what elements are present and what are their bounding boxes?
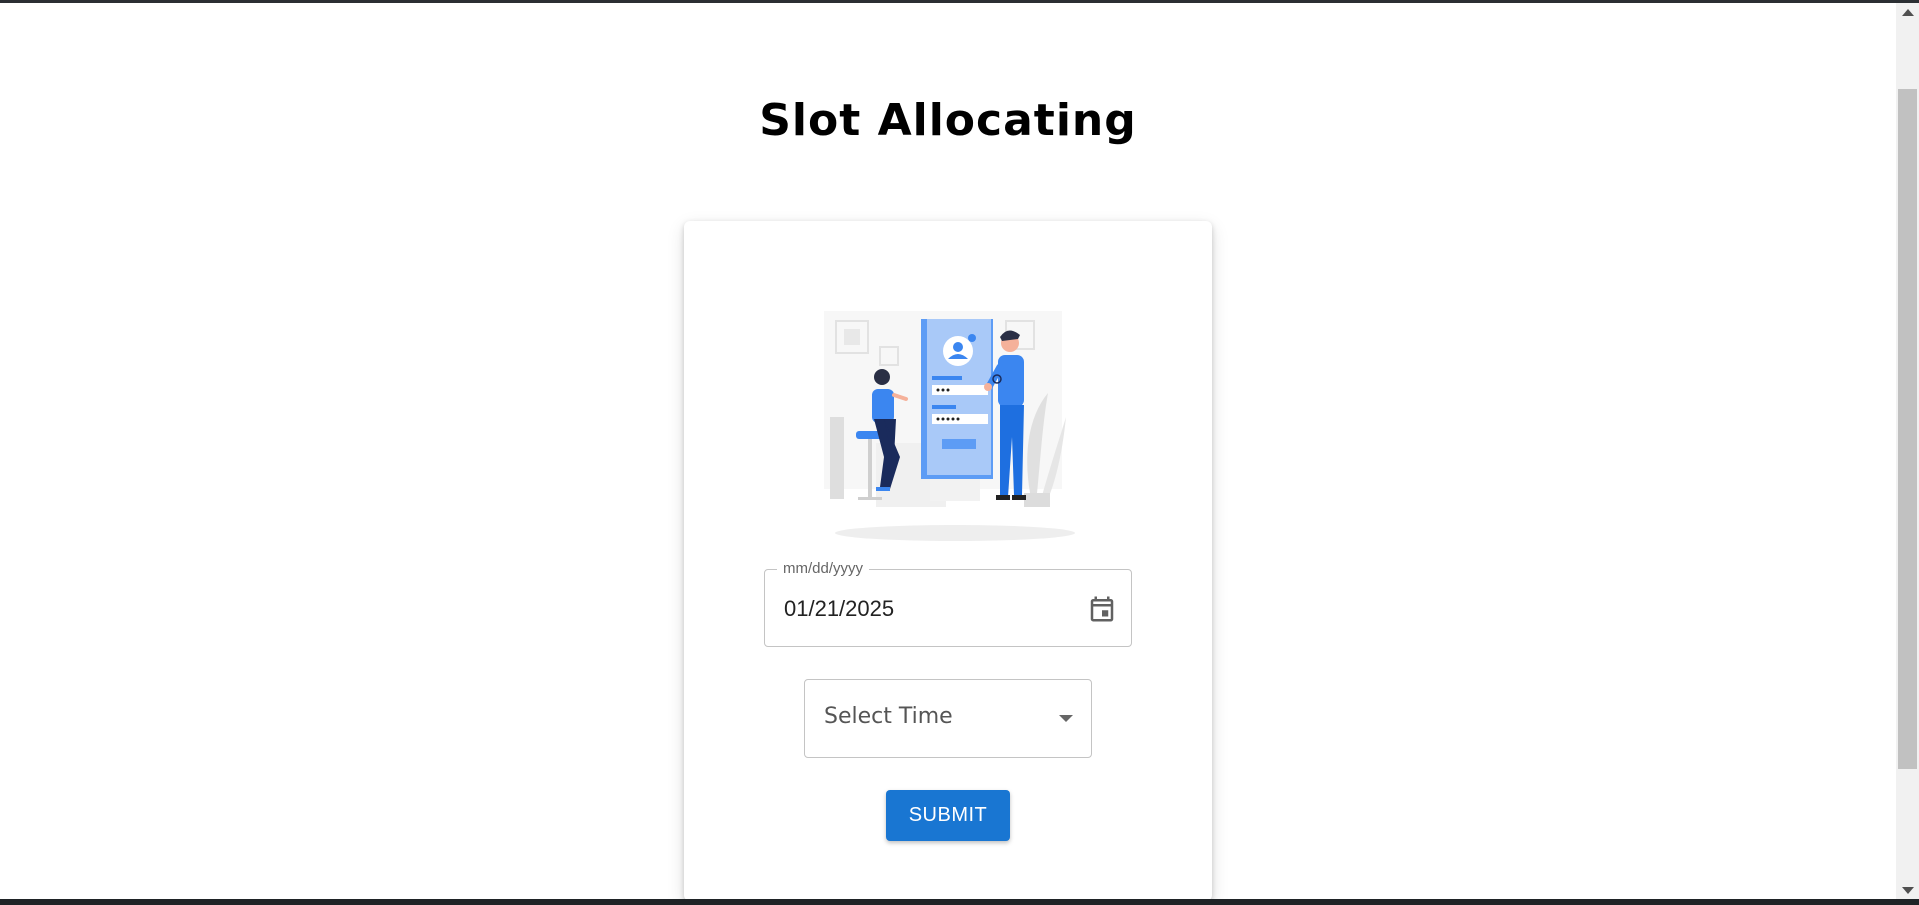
time-select-placeholder: Select Time: [824, 704, 953, 729]
page-title: Slot Allocating: [759, 95, 1137, 146]
submit-button[interactable]: SUBMIT: [886, 790, 1010, 841]
window-top-border: [0, 0, 1919, 3]
chevron-down-icon[interactable]: [1059, 715, 1073, 722]
date-field-value[interactable]: 01/21/2025: [784, 596, 894, 622]
date-field[interactable]: mm/dd/yyyy 01/21/2025: [764, 560, 1132, 647]
date-field-label: mm/dd/yyyy: [777, 560, 870, 577]
scrollbar-thumb[interactable]: [1898, 89, 1917, 769]
slot-form-card: mm/dd/yyyy 01/21/2025 Select Time SUBMIT: [684, 221, 1212, 901]
scroll-up-arrow-icon[interactable]: [1896, 3, 1919, 21]
vertical-scrollbar[interactable]: [1896, 3, 1919, 899]
time-select[interactable]: Select Time: [804, 679, 1092, 758]
login-illustration: [824, 311, 1075, 541]
scroll-down-arrow-icon[interactable]: [1896, 881, 1919, 899]
calendar-icon[interactable]: [1087, 594, 1117, 624]
window-bottom-border: [0, 899, 1919, 905]
